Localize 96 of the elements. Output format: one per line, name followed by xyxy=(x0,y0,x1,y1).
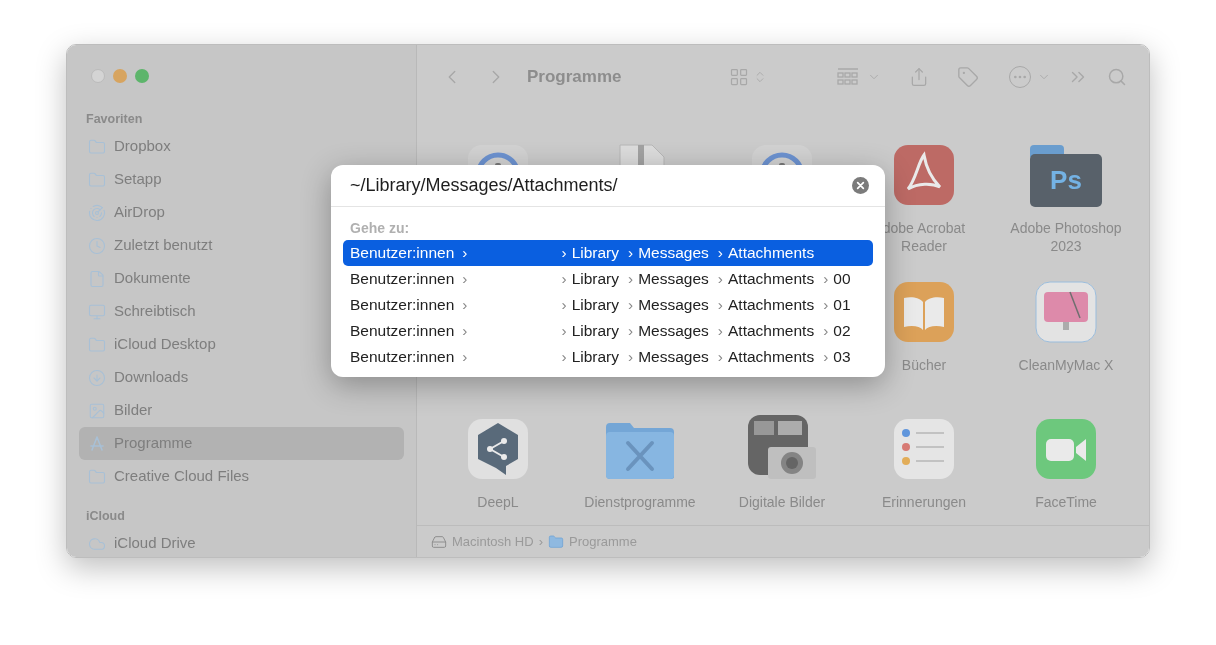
path-label: Benutzer:innen xyxy=(350,269,455,290)
sidebar-item[interactable]: Bilder xyxy=(79,394,404,427)
path-label: 02 xyxy=(833,321,851,342)
grid-view-icon[interactable] xyxy=(729,66,749,87)
path-separator: › xyxy=(628,295,634,316)
result-row[interactable]: Benutzer:innen › › Library › Messages › Attachments › 00 xyxy=(343,266,873,292)
app-label[interactable]: CleanMyMac X xyxy=(1001,356,1131,374)
path-separator: › xyxy=(462,321,468,342)
result-row[interactable]: Benutzer:innen › › Library › Messages › Attachments xyxy=(343,240,873,266)
path-label: Attachments xyxy=(728,347,815,368)
path-label: 03 xyxy=(833,347,851,368)
folder-icon xyxy=(548,533,564,550)
path-label: Attachments xyxy=(728,321,815,342)
path-input-field[interactable]: ~/Library/Messages/Attachments/ xyxy=(350,172,852,199)
path-separator: › xyxy=(823,269,829,290)
folder-icon xyxy=(88,137,106,156)
book-app-icon xyxy=(892,280,956,344)
path-separator: › xyxy=(462,243,468,264)
share-icon[interactable] xyxy=(909,65,929,88)
path-label: Messages xyxy=(638,269,709,290)
path-separator: › xyxy=(561,295,567,316)
app-label[interactable]: DeepL xyxy=(433,493,563,511)
path-label: Messages xyxy=(638,243,709,264)
path-label: Library xyxy=(571,347,619,368)
path-separator: › xyxy=(717,295,723,316)
app-label[interactable]: Dienstprogramme xyxy=(575,493,705,511)
path-separator: › xyxy=(717,321,723,342)
path-label: 01 xyxy=(833,295,851,316)
path-label: Attachments xyxy=(728,295,815,316)
path-separator: › xyxy=(628,347,634,368)
close-window-icon[interactable] xyxy=(91,69,105,83)
apps-icon xyxy=(88,434,106,453)
path-label: Library xyxy=(571,321,619,342)
path-label: Library xyxy=(571,269,619,290)
path-separator: › xyxy=(462,269,468,290)
path-separator: › xyxy=(561,269,567,290)
path-separator: › xyxy=(462,295,468,316)
path-separator: › xyxy=(561,243,567,264)
image-icon xyxy=(88,401,106,420)
path-separator: › xyxy=(462,347,468,368)
clear-icon[interactable] xyxy=(852,177,869,194)
path-label: Benutzer:innen xyxy=(350,295,455,316)
folder-icon xyxy=(88,170,106,189)
path-label: Attachments xyxy=(728,243,815,264)
path-label: Messages xyxy=(638,347,709,368)
path-separator: › xyxy=(628,243,634,264)
dialog-heading: Gehe zu: xyxy=(350,219,411,238)
app-label[interactable]: Digitale Bilder xyxy=(717,493,847,511)
folder-icon xyxy=(88,467,106,486)
result-row[interactable]: Benutzer:innen › › Library › Messages › Attachments › 01 xyxy=(343,292,873,318)
path-label: Attachments xyxy=(728,269,815,290)
desktop-icon xyxy=(88,302,106,321)
sidebar-item[interactable]: Creative Cloud Files xyxy=(79,460,404,493)
window-title: Programme xyxy=(527,65,623,88)
result-row[interactable]: Benutzer:innen › › Library › Messages › Attachments › 02 xyxy=(343,318,873,344)
group-icon[interactable] xyxy=(837,67,859,86)
path-separator: › xyxy=(823,321,829,342)
path-separator: › xyxy=(628,269,634,290)
path-label: Messages xyxy=(638,321,709,342)
path-separator: › xyxy=(561,347,567,368)
download-icon xyxy=(88,368,106,387)
document-icon xyxy=(88,269,106,288)
app-label[interactable]: FaceTime xyxy=(1001,493,1131,511)
path-separator: › xyxy=(717,243,723,264)
path-separator: › xyxy=(823,347,829,368)
video-camera-app-icon xyxy=(1034,417,1098,481)
path-label: 00 xyxy=(833,269,851,290)
clock-icon xyxy=(88,236,106,255)
path-separator: › xyxy=(561,321,567,342)
path-separator: › xyxy=(717,269,723,290)
sidebar-item[interactable]: Dropbox xyxy=(79,130,404,163)
app-label[interactable]: Erinnerungen xyxy=(859,493,989,511)
path-separator: › xyxy=(823,295,829,316)
tools-folder-icon xyxy=(604,421,676,481)
airdrop-icon xyxy=(88,203,106,222)
app-label[interactable]: Adobe Photoshop 2023 xyxy=(1001,219,1131,255)
search-icon[interactable] xyxy=(1107,66,1127,87)
path-label: Benutzer:innen xyxy=(350,321,455,342)
camera-app-icon xyxy=(746,413,818,481)
list-app-icon xyxy=(892,417,956,481)
path-separator: › xyxy=(538,532,543,551)
zoom-window-icon[interactable] xyxy=(135,69,149,83)
folder-icon xyxy=(88,335,106,354)
path-label: Library xyxy=(571,295,619,316)
sidebar-item[interactable]: iCloud Drive xyxy=(79,527,404,557)
sidebar-section-title: Favoriten xyxy=(85,110,144,128)
path-separator: › xyxy=(717,347,723,368)
tag-icon[interactable] xyxy=(957,65,979,88)
sidebar-section-title: iCloud xyxy=(85,507,126,525)
path-label: Library xyxy=(571,243,619,264)
hexagon-app-icon xyxy=(466,417,530,481)
minimize-window-icon[interactable] xyxy=(113,69,127,83)
path-label: Benutzer:innen xyxy=(350,243,455,264)
monitor-app-icon xyxy=(1034,280,1098,344)
path-separator: › xyxy=(628,321,634,342)
path-label: Messages xyxy=(638,295,709,316)
